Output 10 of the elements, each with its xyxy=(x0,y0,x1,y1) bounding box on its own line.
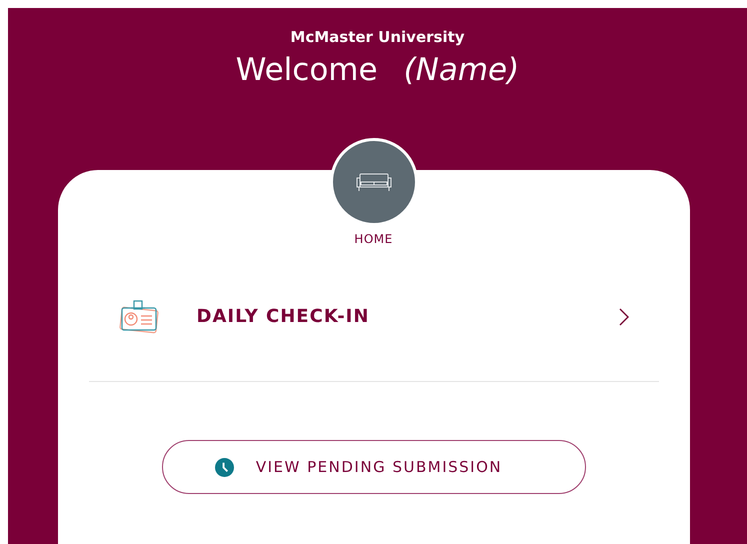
view-pending-button[interactable]: VIEW PENDING SUBMISSION xyxy=(162,440,586,494)
sofa-icon xyxy=(356,172,392,192)
welcome-heading: Welcome xyxy=(236,52,378,88)
menu-item[interactable]: DAILY CHECK-IN xyxy=(88,252,658,382)
chevron-right-icon xyxy=(618,308,628,326)
organization-name: McMaster University xyxy=(290,28,465,46)
location-label: HOME xyxy=(354,232,393,246)
clock-icon xyxy=(214,458,234,476)
id-card-icon xyxy=(118,300,160,334)
user-name: (Name) xyxy=(404,52,520,88)
